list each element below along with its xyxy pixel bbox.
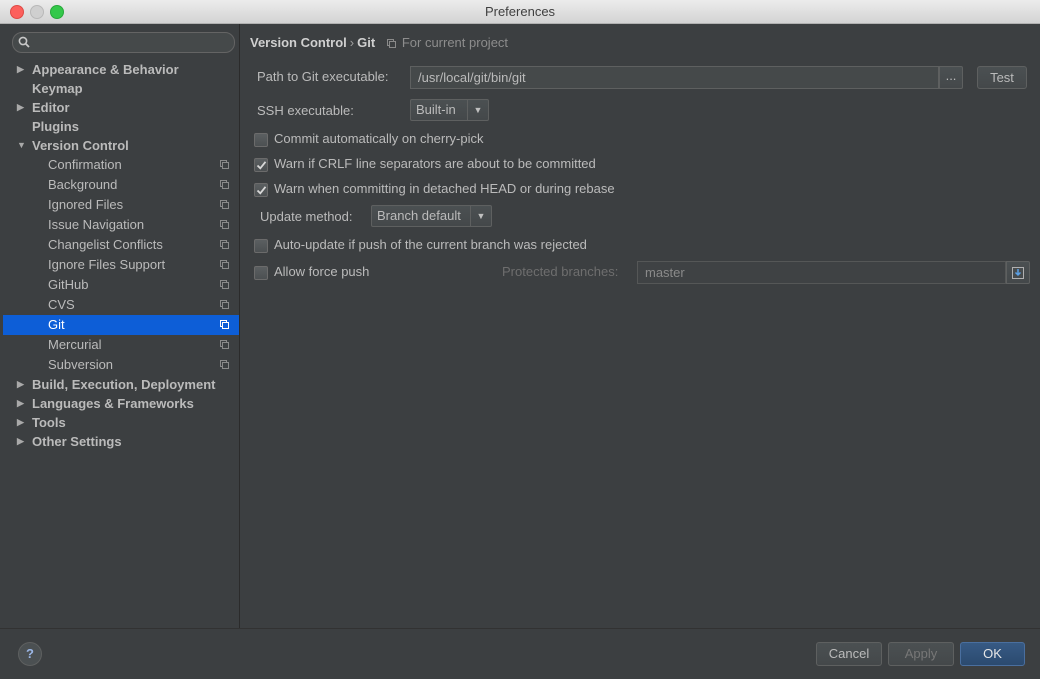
ok-button[interactable]: OK xyxy=(960,642,1025,666)
breadcrumb-parent: Version Control xyxy=(250,35,347,50)
git-path-label: Path to Git executable: xyxy=(257,69,389,84)
breadcrumb: Version Control › Git For current project xyxy=(250,34,508,52)
checkmark-icon xyxy=(256,186,267,195)
expand-arrow-icon[interactable]: ▶ xyxy=(17,413,27,432)
project-scope-icon xyxy=(220,180,229,189)
breadcrumb-separator: › xyxy=(349,35,355,50)
window-title: Preferences xyxy=(484,4,556,19)
project-scope-icon xyxy=(220,240,229,249)
update-method-label: Update method: xyxy=(260,209,353,224)
tree-item-other-settings[interactable]: ▶ Other Settings xyxy=(3,432,239,451)
expand-arrow-icon[interactable]: ▶ xyxy=(17,375,27,394)
project-scope-icon xyxy=(220,280,229,289)
update-method-dropdown[interactable]: Branch default ▼ xyxy=(371,205,492,227)
tree-item-cvs[interactable]: CVS xyxy=(3,295,239,315)
project-scope-icon xyxy=(220,200,229,209)
ssh-executable-dropdown[interactable]: Built-in ▼ xyxy=(410,99,489,121)
project-scope-icon xyxy=(386,39,396,48)
checkmark-icon xyxy=(256,161,267,170)
ssh-executable-label: SSH executable: xyxy=(257,103,354,118)
tree-item-languages-frameworks[interactable]: ▶ Languages & Frameworks xyxy=(3,394,239,413)
force-push-label: Allow force push xyxy=(274,264,370,279)
expand-field-button[interactable] xyxy=(1006,261,1030,284)
window-titlebar: Preferences xyxy=(0,0,1040,24)
warn-detached-head-checkbox[interactable] xyxy=(254,183,268,197)
tree-item-issue-navigation[interactable]: Issue Navigation xyxy=(3,215,239,235)
breadcrumb-current: Git xyxy=(357,35,376,50)
scope-label: For current project xyxy=(401,35,509,50)
tree-item-confirmation[interactable]: Confirmation xyxy=(3,155,239,175)
dialog-footer: ? Cancel Apply OK xyxy=(0,628,1040,679)
expand-arrow-icon[interactable]: ▶ xyxy=(17,432,27,451)
tree-item-mercurial[interactable]: Mercurial xyxy=(3,335,239,355)
apply-button[interactable]: Apply xyxy=(888,642,954,666)
search-input[interactable] xyxy=(12,32,235,53)
project-scope-icon xyxy=(220,220,229,229)
search-icon xyxy=(18,36,30,48)
project-scope-icon xyxy=(220,160,229,169)
cherry-pick-checkbox[interactable] xyxy=(254,133,268,147)
test-button[interactable]: Test xyxy=(977,66,1027,89)
protected-branches-input[interactable]: master xyxy=(637,261,1006,284)
git-path-input[interactable]: /usr/local/git/bin/git xyxy=(410,66,939,89)
update-method-value: Branch default xyxy=(377,208,461,223)
cherry-pick-label: Commit automatically on cherry-pick xyxy=(274,131,484,146)
chevron-down-icon: ▼ xyxy=(470,206,491,226)
warn-detached-head-label: Warn when committing in detached HEAD or… xyxy=(274,181,615,196)
collapse-arrow-icon[interactable]: ▼ xyxy=(17,136,27,155)
tree-item-ignored-files[interactable]: Ignored Files xyxy=(3,195,239,215)
tree-item-keymap[interactable]: Keymap xyxy=(3,79,239,98)
auto-update-checkbox[interactable] xyxy=(254,239,268,253)
git-settings-panel: Version Control › Git For current project … xyxy=(240,24,1040,628)
warn-crlf-label: Warn if CRLF line separators are about t… xyxy=(274,156,596,171)
auto-update-label: Auto-update if push of the current branc… xyxy=(274,237,587,252)
project-scope-icon xyxy=(220,320,229,329)
tree-item-background[interactable]: Background xyxy=(3,175,239,195)
project-scope-icon xyxy=(220,260,229,269)
project-scope-icon xyxy=(220,300,229,309)
expand-arrow-icon[interactable]: ▶ xyxy=(17,98,27,117)
cancel-button[interactable]: Cancel xyxy=(816,642,882,666)
tree-item-editor[interactable]: ▶ Editor xyxy=(3,98,239,117)
tree-item-tools[interactable]: ▶ Tools xyxy=(3,413,239,432)
tree-item-build-execution-deployment[interactable]: ▶ Build, Execution, Deployment xyxy=(3,375,239,394)
tree-item-subversion[interactable]: Subversion xyxy=(3,355,239,375)
expand-field-icon xyxy=(1012,267,1024,279)
browse-button[interactable]: ... xyxy=(939,66,963,89)
expand-arrow-icon[interactable]: ▶ xyxy=(17,394,27,413)
expand-arrow-icon[interactable]: ▶ xyxy=(17,60,27,79)
tree-item-version-control[interactable]: ▼ Version Control xyxy=(3,136,239,155)
help-button[interactable]: ? xyxy=(18,642,42,666)
project-scope-icon xyxy=(220,340,229,349)
tree-item-git[interactable]: Git xyxy=(3,315,239,335)
tree-item-changelist-conflicts[interactable]: Changelist Conflicts xyxy=(3,235,239,255)
tree-item-github[interactable]: GitHub xyxy=(3,275,239,295)
ssh-executable-value: Built-in xyxy=(416,102,456,117)
chevron-down-icon: ▼ xyxy=(467,100,488,120)
settings-sidebar: ▶ Appearance & Behavior Keymap ▶ Editor … xyxy=(3,24,240,628)
project-scope-icon xyxy=(220,360,229,369)
force-push-checkbox[interactable] xyxy=(254,266,268,280)
tree-item-ignore-files-support[interactable]: Ignore Files Support xyxy=(3,255,239,275)
protected-branches-label: Protected branches: xyxy=(502,264,619,279)
settings-tree: ▶ Appearance & Behavior Keymap ▶ Editor … xyxy=(3,60,239,451)
tree-item-plugins[interactable]: Plugins xyxy=(3,117,239,136)
warn-crlf-checkbox[interactable] xyxy=(254,158,268,172)
tree-item-appearance-behavior[interactable]: ▶ Appearance & Behavior xyxy=(3,60,239,79)
